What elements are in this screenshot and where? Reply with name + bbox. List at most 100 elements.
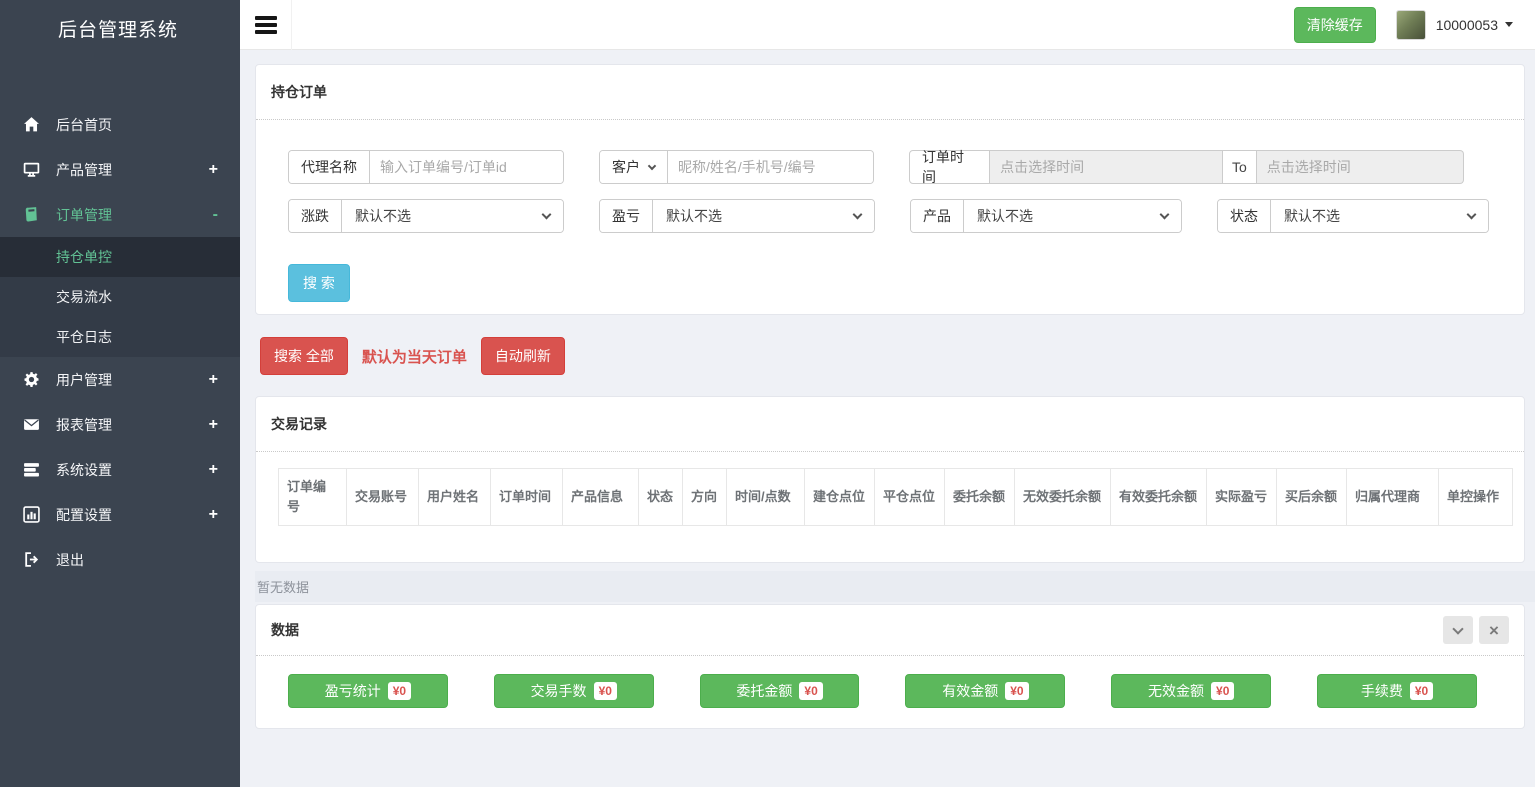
sidebar: 后台管理系统 后台首页 产品管理 + 订单管理 - 持仓单控 交易流水 平仓日志 [0, 0, 240, 787]
stat-invalid-amount-button[interactable]: 无效金额 ¥0 [1111, 674, 1271, 708]
stats-row: 盈亏统计 ¥0 交易手数 ¥0 委托金额 ¥0 有效金额 ¥0 无效金额 ¥0 … [256, 656, 1524, 728]
today-orders-note: 默认为当天订单 [362, 346, 467, 367]
bar-chart-icon [22, 506, 41, 523]
sidebar-subitem-close-log[interactable]: 平仓日志 [0, 317, 240, 357]
expand-plus-icon[interactable]: + [209, 161, 218, 179]
stat-value-badge: ¥0 [1211, 682, 1234, 700]
customer-input[interactable] [668, 151, 873, 183]
records-panel: 交易记录 订单编号 交易账号 用户姓名 订单时间 产品信息 [255, 396, 1525, 563]
orders-submenu: 持仓单控 交易流水 平仓日志 [0, 237, 240, 357]
col-time-points: 时间/点数 [727, 469, 805, 526]
data-panel-title: 数据 [271, 620, 299, 640]
expand-plus-icon[interactable]: + [209, 371, 218, 389]
table-header-row: 订单编号 交易账号 用户姓名 订单时间 产品信息 状态 方向 时间/点数 建仓点… [279, 469, 1513, 526]
chevron-down-icon [1160, 210, 1170, 220]
stat-label: 委托金额 [736, 681, 792, 701]
status-select[interactable]: 默认不选 [1271, 200, 1488, 232]
col-direction: 方向 [683, 469, 727, 526]
pl-filter-group: 盈亏 默认不选 [599, 199, 875, 233]
updown-select-value: 默认不选 [355, 206, 411, 226]
order-time-filter-group: 订单时间 To [909, 150, 1464, 184]
positions-panel: 持仓订单 代理名称 客户 订单时间 To [255, 64, 1525, 315]
stat-valid-amount-button[interactable]: 有效金额 ¥0 [905, 674, 1065, 708]
sidebar-item-label: 退出 [56, 550, 84, 570]
avatar[interactable] [1396, 10, 1426, 40]
sidebar-item-home[interactable]: 后台首页 [0, 102, 240, 147]
sidebar-item-label: 订单管理 [56, 205, 112, 225]
product-filter-group: 产品 默认不选 [910, 199, 1182, 233]
gears-icon [22, 371, 41, 388]
envelope-icon [22, 416, 41, 433]
col-order-time: 订单时间 [491, 469, 563, 526]
sidebar-item-logout[interactable]: 退出 [0, 537, 240, 582]
sidebar-item-orders[interactable]: 订单管理 - [0, 192, 240, 237]
sign-out-icon [22, 551, 41, 568]
stat-label: 手续费 [1361, 681, 1403, 701]
col-product-info: 产品信息 [563, 469, 639, 526]
topbar: 清除缓存 10000053 [240, 0, 1535, 50]
chevron-down-icon [1467, 210, 1477, 220]
expand-plus-icon[interactable]: + [209, 461, 218, 479]
sidebar-item-system[interactable]: 系统设置 + [0, 447, 240, 492]
collapse-button[interactable] [1443, 616, 1473, 644]
status-filter-group: 状态 默认不选 [1217, 199, 1489, 233]
sidebar-item-products[interactable]: 产品管理 + [0, 147, 240, 192]
order-time-start-input[interactable] [990, 150, 1223, 184]
stat-value-badge: ¥0 [1410, 682, 1433, 700]
data-panel: 数据 × 盈亏统计 ¥0 交易手数 ¥0 委托金额 ¥0 有效金额 ¥0 [255, 604, 1525, 729]
sidebar-item-reports[interactable]: 报表管理 + [0, 402, 240, 447]
updown-filter-group: 涨跌 默认不选 [288, 199, 564, 233]
col-after-balance: 买后余额 [1277, 469, 1347, 526]
clear-cache-button[interactable]: 清除缓存 [1294, 7, 1376, 43]
to-label: To [1223, 150, 1257, 184]
sidebar-subitem-position-control[interactable]: 持仓单控 [0, 237, 240, 277]
customer-type-select[interactable]: 客户 [600, 151, 668, 183]
stat-trade-lots-button[interactable]: 交易手数 ¥0 [494, 674, 654, 708]
col-invalid-entrust: 无效委托余额 [1015, 469, 1111, 526]
main-content: 持仓订单 代理名称 客户 订单时间 To [240, 50, 1535, 729]
updown-select[interactable]: 默认不选 [342, 200, 563, 232]
expand-plus-icon[interactable]: + [209, 506, 218, 524]
stat-fee-button[interactable]: 手续费 ¥0 [1317, 674, 1477, 708]
pl-label: 盈亏 [600, 200, 653, 232]
close-icon: × [1489, 622, 1499, 639]
username-label: 10000053 [1436, 17, 1498, 33]
chevron-down-icon [853, 210, 863, 220]
col-status: 状态 [639, 469, 683, 526]
user-menu[interactable]: 10000053 [1436, 17, 1513, 33]
records-panel-title: 交易记录 [256, 397, 1524, 452]
agent-input[interactable] [370, 151, 563, 183]
customer-filter-group: 客户 [599, 150, 874, 184]
expand-plus-icon[interactable]: + [209, 416, 218, 434]
topbar-right: 清除缓存 10000053 [1294, 7, 1535, 43]
collapse-minus-icon[interactable]: - [213, 206, 218, 224]
col-open-point: 建仓点位 [805, 469, 875, 526]
filters: 代理名称 客户 订单时间 To [256, 120, 1524, 314]
order-time-end-input[interactable] [1257, 150, 1464, 184]
order-time-label: 订单时间 [909, 150, 990, 184]
sidebar-item-users[interactable]: 用户管理 + [0, 357, 240, 402]
product-select-value: 默认不选 [977, 206, 1033, 226]
stat-profit-loss-button[interactable]: 盈亏统计 ¥0 [288, 674, 448, 708]
sidebar-item-label: 报表管理 [56, 415, 112, 435]
sidebar-item-label: 配置设置 [56, 505, 112, 525]
pl-select[interactable]: 默认不选 [653, 200, 874, 232]
empty-data-text: 暂无数据 [255, 571, 1535, 602]
stat-label: 有效金额 [942, 681, 998, 701]
status-select-value: 默认不选 [1284, 206, 1340, 226]
sidebar-item-config[interactable]: 配置设置 + [0, 492, 240, 537]
search-all-button[interactable]: 搜索 全部 [260, 337, 348, 375]
app-title: 后台管理系统 [0, 0, 240, 62]
stat-entrust-amount-button[interactable]: 委托金额 ¥0 [700, 674, 860, 708]
col-user-name: 用户姓名 [419, 469, 491, 526]
server-icon [22, 461, 41, 478]
pl-select-value: 默认不选 [666, 206, 722, 226]
auto-refresh-button[interactable]: 自动刷新 [481, 337, 565, 375]
sidebar-subitem-trade-flow[interactable]: 交易流水 [0, 277, 240, 317]
stat-value-badge: ¥0 [799, 682, 822, 700]
filter-row-2: 涨跌 默认不选 盈亏 默认不选 产品 默认不选 [288, 199, 1494, 233]
close-panel-button[interactable]: × [1479, 616, 1509, 644]
search-button[interactable]: 搜 索 [288, 264, 350, 302]
product-select[interactable]: 默认不选 [964, 200, 1181, 232]
menu-toggle-icon[interactable] [240, 0, 292, 50]
